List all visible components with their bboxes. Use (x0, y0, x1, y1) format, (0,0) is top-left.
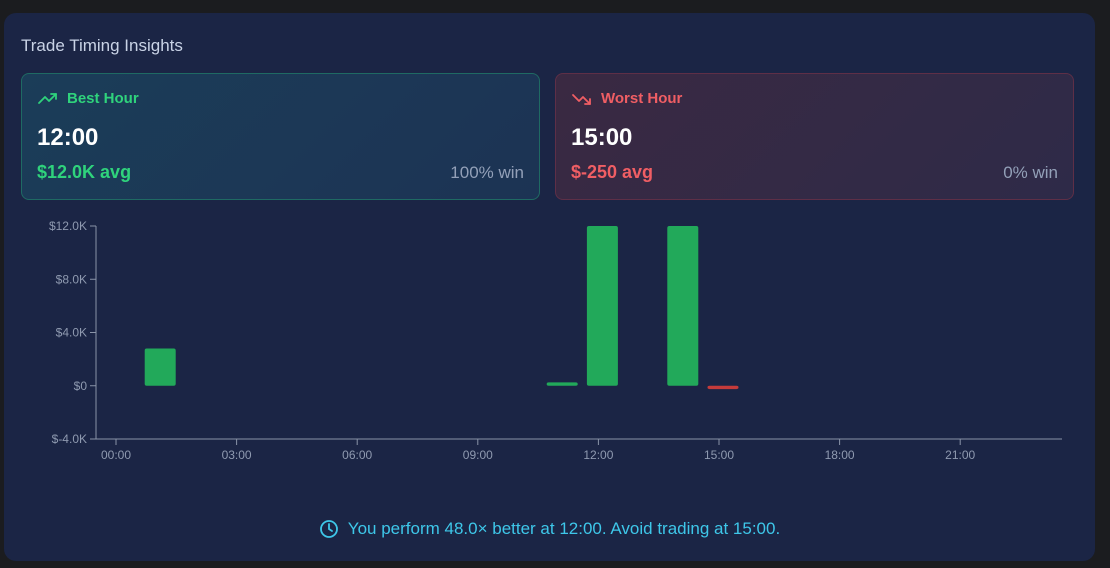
y-tick-label: $8.0K (56, 272, 87, 286)
x-tick-label: 06:00 (342, 448, 372, 462)
y-tick-label: $4.0K (56, 326, 87, 340)
x-tick-label: 18:00 (825, 448, 855, 462)
chart-bar (586, 226, 618, 386)
chart-bar (144, 348, 176, 386)
x-tick-label: 12:00 (583, 448, 613, 462)
x-tick-label: 09:00 (463, 448, 493, 462)
chart-bar (667, 226, 699, 386)
x-tick-label: 21:00 (945, 448, 975, 462)
insight-text: You perform 48.0× better at 12:00. Avoid… (347, 519, 781, 538)
chart-bar (707, 385, 739, 390)
y-tick-label: $0 (74, 379, 88, 393)
x-tick-label: 03:00 (222, 448, 252, 462)
hourly-pnl-chart: $12.0K $8.0K $4.0K $0 $-4.0K 00:00 03:00 06:00 0… (49, 219, 1062, 462)
y-tick-label: $12.0K (49, 219, 87, 233)
x-tick-label: 15:00 (704, 448, 734, 462)
chart-bar (546, 382, 578, 386)
trade-timing-panel: Trade Timing Insights Best Hour 12:00 $1… (4, 13, 1095, 561)
x-tick-label: 00:00 (101, 448, 131, 462)
y-tick-label: $-4.0K (52, 432, 87, 446)
timing-insight-note: You perform 48.0× better at 12:00. Avoid… (4, 519, 1095, 539)
clock-icon (319, 520, 338, 538)
